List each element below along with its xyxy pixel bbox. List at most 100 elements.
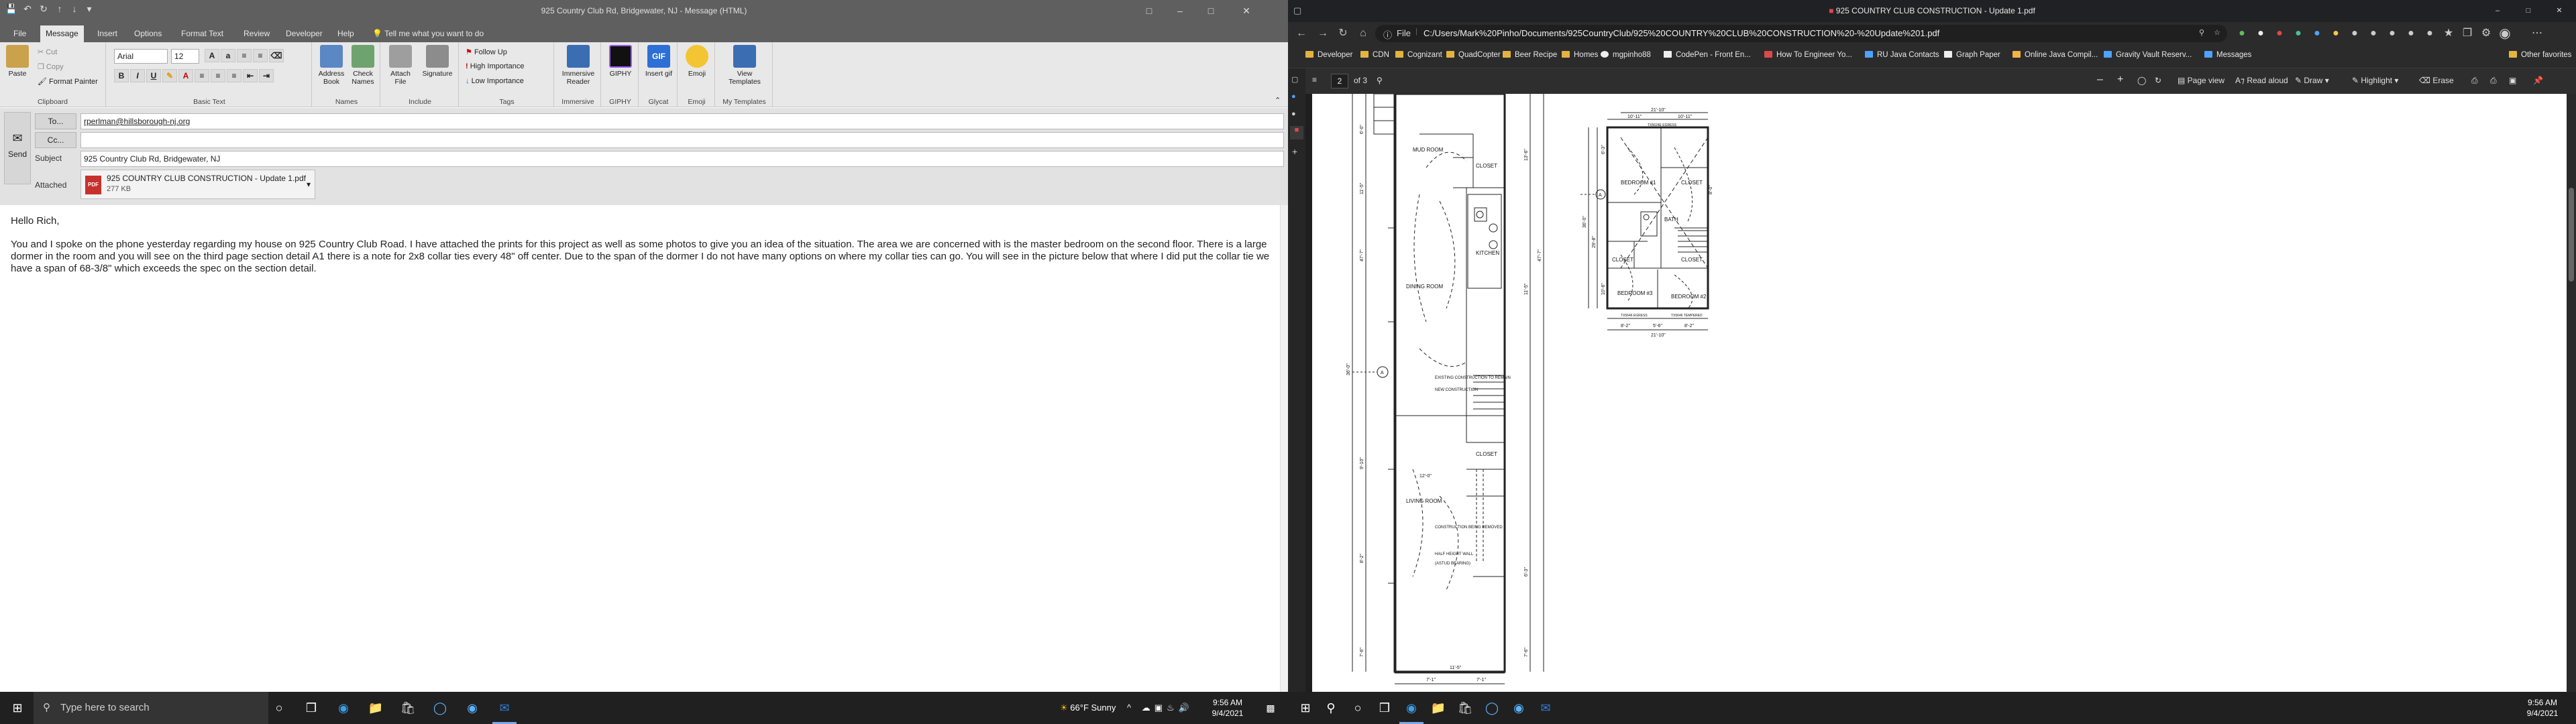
- settings-more-icon[interactable]: ⋯: [2529, 25, 2545, 42]
- favorites-icon[interactable]: ★: [2440, 25, 2457, 42]
- file-explorer-icon[interactable]: 📁: [366, 699, 385, 717]
- extension-8-icon[interactable]: ●: [2365, 25, 2381, 42]
- tab-review[interactable]: Review: [238, 25, 275, 42]
- outlook-taskbar-icon[interactable]: ✉: [495, 699, 514, 717]
- rotate-icon[interactable]: ↻: [2155, 76, 2161, 85]
- send-button[interactable]: ✉ Send: [4, 112, 31, 184]
- ribbon-display-icon[interactable]: □: [1134, 0, 1165, 22]
- high-importance-button[interactable]: ! High Importance: [466, 62, 524, 70]
- fav-graph-paper[interactable]: Graph Paper: [1944, 51, 2000, 59]
- windows-start-icon[interactable]: ⊞: [1296, 699, 1315, 717]
- fit-page-icon[interactable]: ◯: [2137, 76, 2146, 85]
- signature-button[interactable]: Signature: [419, 45, 455, 78]
- contents-icon[interactable]: ≡: [1312, 75, 1317, 84]
- bullets-icon[interactable]: ≡: [237, 49, 252, 62]
- task-view-icon[interactable]: ❒: [1375, 699, 1394, 717]
- page-view-button[interactable]: ▤ Page view: [2178, 76, 2224, 85]
- clear-format-icon[interactable]: ⌫: [269, 49, 284, 62]
- message-body[interactable]: Hello Rich, You and I spoke on the phone…: [0, 205, 1288, 692]
- extension-3-icon[interactable]: ●: [2271, 25, 2288, 42]
- tray-icons[interactable]: ^ ☁▣♨🔊: [1127, 692, 1193, 724]
- save-as-icon[interactable]: ▣: [2509, 76, 2516, 85]
- profile-avatar[interactable]: ◉: [2497, 25, 2513, 42]
- check-names-button[interactable]: Check Names: [348, 45, 378, 86]
- pdf-scrollbar[interactable]: [2567, 94, 2576, 692]
- subject-field[interactable]: 925 Country Club Rd, Bridgewater, NJ: [80, 151, 1284, 167]
- weather-widget[interactable]: ☀ 66°F Sunny: [1060, 692, 1116, 724]
- maximize-icon[interactable]: □: [1195, 0, 1226, 22]
- tab-insert[interactable]: Insert: [92, 25, 123, 42]
- minimize-icon[interactable]: –: [1165, 0, 1195, 22]
- cc-field[interactable]: [80, 132, 1284, 148]
- search-icon[interactable]: ⚲: [1322, 699, 1340, 717]
- insert-gif-button[interactable]: GIF Insert gif: [644, 45, 674, 78]
- fav-homes[interactable]: Homes: [1562, 51, 1598, 59]
- extensions-icon[interactable]: ⚙: [2478, 25, 2494, 42]
- collapse-ribbon-icon[interactable]: ⌃: [1275, 96, 1281, 105]
- extension-9-icon[interactable]: ●: [2384, 25, 2400, 42]
- highlight-button[interactable]: ✎ Highlight ▾: [2352, 76, 2398, 85]
- paste-button[interactable]: Paste: [4, 45, 31, 78]
- scrollbar-thumb[interactable]: [2569, 188, 2574, 282]
- windows-start-icon[interactable]: ⊞: [8, 699, 27, 717]
- increase-indent-icon[interactable]: ⇥: [259, 69, 274, 82]
- notification-icon[interactable]: ▩: [1261, 699, 1280, 717]
- extension-5-icon[interactable]: ●: [2309, 25, 2325, 42]
- print-icon[interactable]: ⎙: [2471, 76, 2478, 86]
- tab-format-text[interactable]: Format Text: [176, 25, 229, 42]
- underline-icon[interactable]: U: [146, 69, 161, 82]
- zoom-out-icon[interactable]: –: [2097, 74, 2103, 86]
- home-icon[interactable]: ⌂: [1355, 25, 1371, 42]
- attachment-chip[interactable]: PDF 925 COUNTRY CLUB CONSTRUCTION - Upda…: [80, 170, 315, 199]
- tab-file[interactable]: File: [8, 25, 32, 42]
- fav-online-java[interactable]: Online Java Compil...: [2012, 51, 2098, 59]
- fav-other-favorites[interactable]: Other favorites: [2509, 51, 2571, 59]
- save-icon[interactable]: ⎙: [2490, 76, 2497, 86]
- format-painter-button[interactable]: 🖌 Format Painter: [38, 77, 98, 86]
- page-number-input[interactable]: 2: [1331, 74, 1348, 88]
- close-icon[interactable]: ✕: [1226, 0, 1267, 22]
- address-book-button[interactable]: Address Book: [317, 45, 345, 86]
- body-scrollbar[interactable]: [1280, 205, 1288, 692]
- immersive-reader-button[interactable]: Immersive Reader: [558, 45, 598, 86]
- zoom-icon[interactable]: ⚲: [2199, 28, 2204, 37]
- fav-cognizant[interactable]: Cognizant: [1395, 51, 1442, 59]
- fav-codepen[interactable]: CodePen - Front En...: [1664, 51, 1751, 59]
- fav-messages[interactable]: Messages: [2204, 51, 2251, 59]
- cortana-icon[interactable]: ○: [1348, 699, 1367, 717]
- pin-toolbar-icon[interactable]: 📌: [2533, 76, 2543, 85]
- fav-developer[interactable]: Developer: [1305, 51, 1352, 59]
- fav-ru-java[interactable]: RU Java Contacts: [1865, 51, 1939, 59]
- numbering-icon[interactable]: ≡: [253, 49, 268, 62]
- draw-button[interactable]: ✎ Draw ▾: [2295, 76, 2329, 85]
- attach-file-button[interactable]: Attach File: [386, 45, 415, 86]
- to-button[interactable]: To...: [35, 113, 76, 129]
- grow-font-icon[interactable]: A: [205, 49, 219, 62]
- fav-how-to-engineer[interactable]: How To Engineer Yo...: [1764, 51, 1852, 59]
- font-color-icon[interactable]: A: [178, 69, 193, 82]
- task-view-icon[interactable]: ❒: [302, 699, 321, 717]
- tab-developer[interactable]: Developer: [280, 25, 328, 42]
- cut-button[interactable]: ✂ Cut: [38, 48, 57, 56]
- fav-beer-recipe[interactable]: Beer Recipe: [1503, 51, 1557, 59]
- read-aloud-button[interactable]: A⁊ Read aloud: [2235, 76, 2288, 85]
- giphy-button[interactable]: GIPHY: [606, 45, 635, 78]
- sidebar-new-tab-icon[interactable]: +: [1292, 146, 1297, 157]
- refresh-icon[interactable]: ↻: [1335, 25, 1351, 42]
- edge-taskbar-icon[interactable]: ◉: [1402, 699, 1421, 717]
- highlight-color-icon[interactable]: ✎: [162, 69, 177, 82]
- font-size-combo[interactable]: 12: [171, 49, 199, 64]
- erase-button[interactable]: ⌫ Erase: [2419, 76, 2454, 85]
- copy-button[interactable]: ❐ Copy: [38, 62, 64, 71]
- edge-beta-icon[interactable]: ◉: [1509, 699, 1528, 717]
- italic-icon[interactable]: I: [130, 69, 145, 82]
- chrome-icon[interactable]: ◯: [431, 699, 449, 717]
- extension-2-icon[interactable]: ●: [2253, 25, 2269, 42]
- extension-7-icon[interactable]: ●: [2347, 25, 2363, 42]
- shrink-font-icon[interactable]: a: [221, 49, 235, 62]
- store-icon[interactable]: 🛍: [1456, 699, 1474, 717]
- edge-maximize-icon[interactable]: □: [2513, 0, 2544, 22]
- edge-close-icon[interactable]: ✕: [2544, 0, 2575, 22]
- bold-icon[interactable]: B: [114, 69, 129, 82]
- edge-beta-icon[interactable]: ◉: [463, 699, 482, 717]
